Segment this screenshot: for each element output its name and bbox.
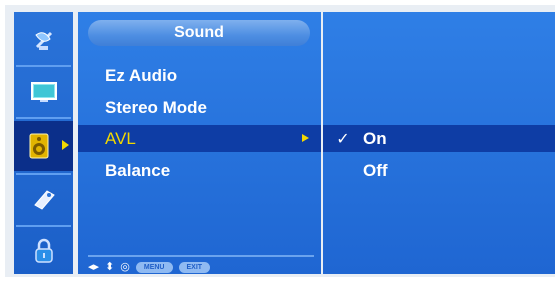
left-right-arrows-icon: ◂▸ <box>88 261 100 273</box>
menu-title: Sound <box>88 20 310 46</box>
menu-item-avl[interactable]: AVL <box>78 125 321 152</box>
sound-menu-panel: Sound Ez Audio Stereo Mode AVL Balance ◂… <box>78 12 321 274</box>
sidebar <box>14 12 73 274</box>
sidebar-selected-arrow-icon <box>62 140 69 150</box>
option-label: On <box>363 128 387 148</box>
option-label: Off <box>363 160 388 180</box>
option-off[interactable]: Off <box>323 157 555 184</box>
lock-icon <box>34 238 53 263</box>
menu-item-label: Ez Audio <box>105 65 178 85</box>
menu-item-label: AVL <box>105 128 136 148</box>
sidebar-divider <box>16 173 71 175</box>
checkmark-icon: ✓ <box>336 130 350 148</box>
tag-icon <box>33 190 55 210</box>
screen-icon <box>30 82 57 102</box>
satellite-dish-icon <box>34 31 52 50</box>
sidebar-item-channel[interactable] <box>14 17 73 63</box>
hint-bar: ◂▸ ⬍ ◎ MENU EXIT <box>88 260 211 274</box>
sidebar-divider <box>16 65 71 67</box>
submenu-arrow-icon <box>302 134 309 142</box>
sidebar-item-option[interactable] <box>14 177 73 223</box>
avl-options-panel: ✓ On Off <box>323 12 555 274</box>
speaker-icon <box>29 133 48 159</box>
menu-item-balance[interactable]: Balance <box>78 157 321 184</box>
exit-key-hint: EXIT <box>178 261 211 273</box>
hint-divider <box>88 255 314 257</box>
menu-item-stereo-mode[interactable]: Stereo Mode <box>78 94 321 121</box>
menu-key-hint: MENU <box>135 261 173 273</box>
sidebar-item-sound[interactable] <box>14 121 73 171</box>
osd-window: Sound Ez Audio Stereo Mode AVL Balance ◂… <box>5 5 555 277</box>
sidebar-divider <box>16 225 71 227</box>
menu-item-label: Stereo Mode <box>105 97 208 117</box>
menu-item-label: Balance <box>105 160 171 180</box>
option-on[interactable]: ✓ On <box>323 125 555 152</box>
sidebar-item-lock[interactable] <box>14 228 73 274</box>
ok-button-icon: ◎ <box>120 261 130 273</box>
menu-item-ez-audio[interactable]: Ez Audio <box>78 62 321 89</box>
up-down-arrows-icon: ⬍ <box>105 261 115 273</box>
sidebar-item-picture[interactable] <box>14 69 73 115</box>
sidebar-divider <box>16 117 71 119</box>
